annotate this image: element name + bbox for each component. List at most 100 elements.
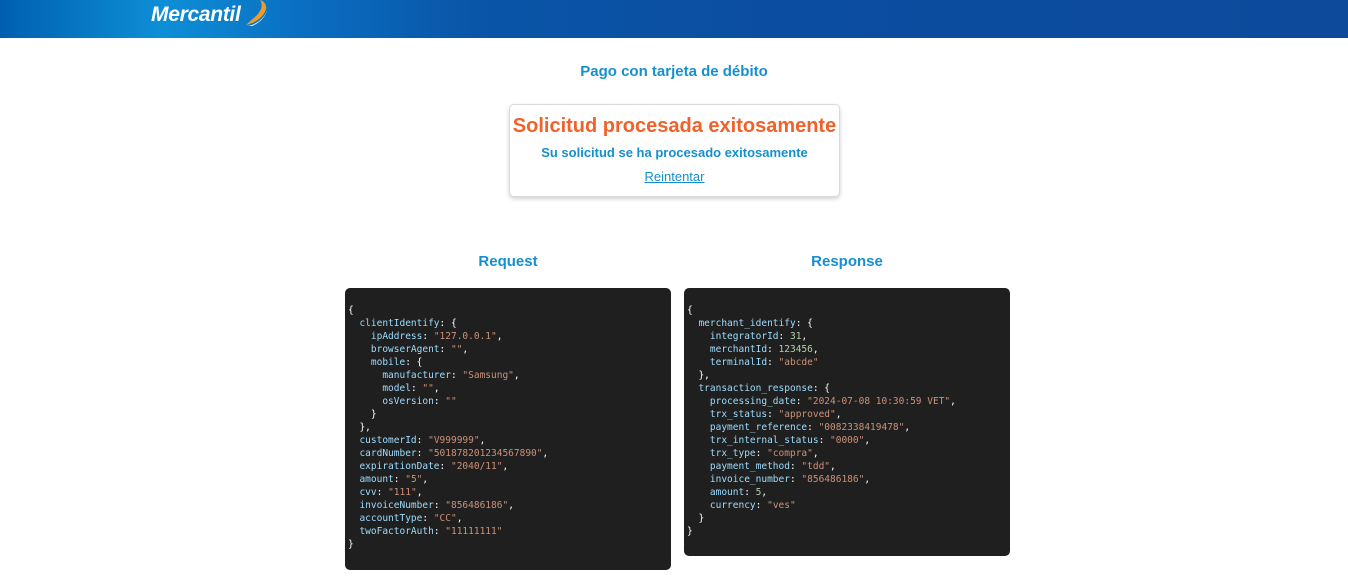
response-token: } xyxy=(687,526,693,537)
response-token xyxy=(687,357,710,368)
request-token: : xyxy=(433,500,446,511)
response-token: merchantId xyxy=(709,344,768,355)
response-token: : xyxy=(767,409,779,420)
response-token: : { xyxy=(812,383,831,394)
request-token xyxy=(348,370,382,381)
response-token: } xyxy=(687,513,705,524)
logo-text: Mercantil xyxy=(151,3,241,26)
response-token: payment_method xyxy=(709,461,790,472)
response-token: "compra" xyxy=(767,448,813,459)
request-line: model: "", xyxy=(348,382,671,395)
request-token: "CC" xyxy=(433,513,457,524)
request-line: mobile: { xyxy=(348,356,671,369)
response-token xyxy=(687,318,698,329)
request-token: "" xyxy=(422,383,434,394)
request-line: cvv: "111", xyxy=(348,486,671,499)
response-token: processing_date xyxy=(709,396,796,407)
request-token: } xyxy=(348,539,354,550)
request-token: expirationDate xyxy=(359,461,440,472)
request-code-block: { clientIdentify: { ipAddress: "127.0.0.… xyxy=(345,288,671,570)
request-token: amount xyxy=(359,474,394,485)
response-token xyxy=(687,435,710,446)
response-line: amount: 5, xyxy=(687,486,1010,499)
request-token xyxy=(348,487,359,498)
response-line: invoice_number: "856486186", xyxy=(687,473,1010,486)
result-title: Solicitud procesada exitosamente xyxy=(512,115,837,137)
request-token xyxy=(348,383,382,394)
response-token: 31 xyxy=(789,331,802,342)
request-token: invoiceNumber xyxy=(359,500,434,511)
response-token xyxy=(687,448,710,459)
request-line: twoFactorAuth: "11111111" xyxy=(348,525,671,538)
request-token xyxy=(348,448,359,459)
request-token: : xyxy=(416,435,429,446)
request-token: "856486186" xyxy=(445,500,509,511)
response-line: trx_status: "approved", xyxy=(687,408,1010,421)
request-token: : xyxy=(422,331,434,342)
response-line: integratorId: 31, xyxy=(687,330,1010,343)
response-token: terminalId xyxy=(709,357,768,368)
response-token: "856486186" xyxy=(801,474,865,485)
request-title: Request xyxy=(478,253,538,270)
request-token: : xyxy=(422,513,434,524)
request-token xyxy=(348,318,359,329)
request-token: , xyxy=(433,383,440,394)
request-token: osVersion xyxy=(382,396,434,407)
response-token: , xyxy=(761,487,768,498)
request-token: accountType xyxy=(359,513,423,524)
response-token: , xyxy=(830,461,836,472)
request-token: , xyxy=(462,344,469,355)
request-line: clientIdentify: { xyxy=(348,317,671,330)
request-token: : xyxy=(450,370,463,381)
request-token: : xyxy=(439,344,451,355)
response-token xyxy=(687,500,710,511)
response-token: 123456 xyxy=(778,344,813,355)
mercantil-logo[interactable]: Mercantil xyxy=(151,0,269,30)
request-token: , xyxy=(456,513,463,524)
request-token xyxy=(348,396,382,407)
retry-link[interactable]: Reintentar xyxy=(645,169,705,185)
response-token xyxy=(687,422,710,433)
response-token xyxy=(687,461,710,472)
response-token: currency xyxy=(709,500,756,511)
request-line: { xyxy=(348,304,671,317)
request-line: } xyxy=(348,408,671,421)
response-token: , xyxy=(835,409,842,420)
request-token xyxy=(348,513,359,524)
response-line: }, xyxy=(687,369,1010,382)
request-line: amount: "5", xyxy=(348,473,671,486)
request-token: "11111111" xyxy=(445,526,503,537)
request-token: "501878201234567890" xyxy=(428,448,543,459)
response-token: "ves" xyxy=(767,500,796,511)
request-token: : xyxy=(439,461,451,472)
request-line: ipAddress: "127.0.0.1", xyxy=(348,330,671,343)
request-line: osVersion: "" xyxy=(348,395,671,408)
request-token: , xyxy=(502,461,509,472)
response-token: "abcde" xyxy=(778,357,819,368)
response-token: , xyxy=(904,422,911,433)
swoosh-icon xyxy=(245,0,267,26)
response-token: : xyxy=(778,331,790,342)
request-token: { xyxy=(348,305,354,316)
request-line: accountType: "CC", xyxy=(348,512,671,525)
request-token: : xyxy=(433,526,446,537)
request-token: customerId xyxy=(359,435,417,446)
request-token: cardNumber xyxy=(359,448,417,459)
response-token: : xyxy=(767,344,779,355)
response-token: , xyxy=(812,344,819,355)
response-line: currency: "ves" xyxy=(687,499,1010,512)
response-token xyxy=(687,344,710,355)
response-token: trx_status xyxy=(709,409,768,420)
request-token: mobile xyxy=(370,357,406,368)
result-message: Su solicitud se ha procesado exitosament… xyxy=(541,145,808,160)
request-token: , xyxy=(508,500,514,511)
response-token: merchant_identify xyxy=(698,318,796,329)
request-json: { clientIdentify: { ipAddress: "127.0.0.… xyxy=(348,304,671,551)
request-line: cardNumber: "501878201234567890", xyxy=(348,447,671,460)
request-line: manufacturer: "Samsung", xyxy=(348,369,671,382)
response-token: : xyxy=(818,435,831,446)
request-token: "Samsung" xyxy=(462,370,514,381)
response-line: processing_date: "2024-07-08 10:30:59 VE… xyxy=(687,395,1010,408)
request-token: "" xyxy=(450,344,463,355)
response-token: transaction_response xyxy=(698,383,813,394)
